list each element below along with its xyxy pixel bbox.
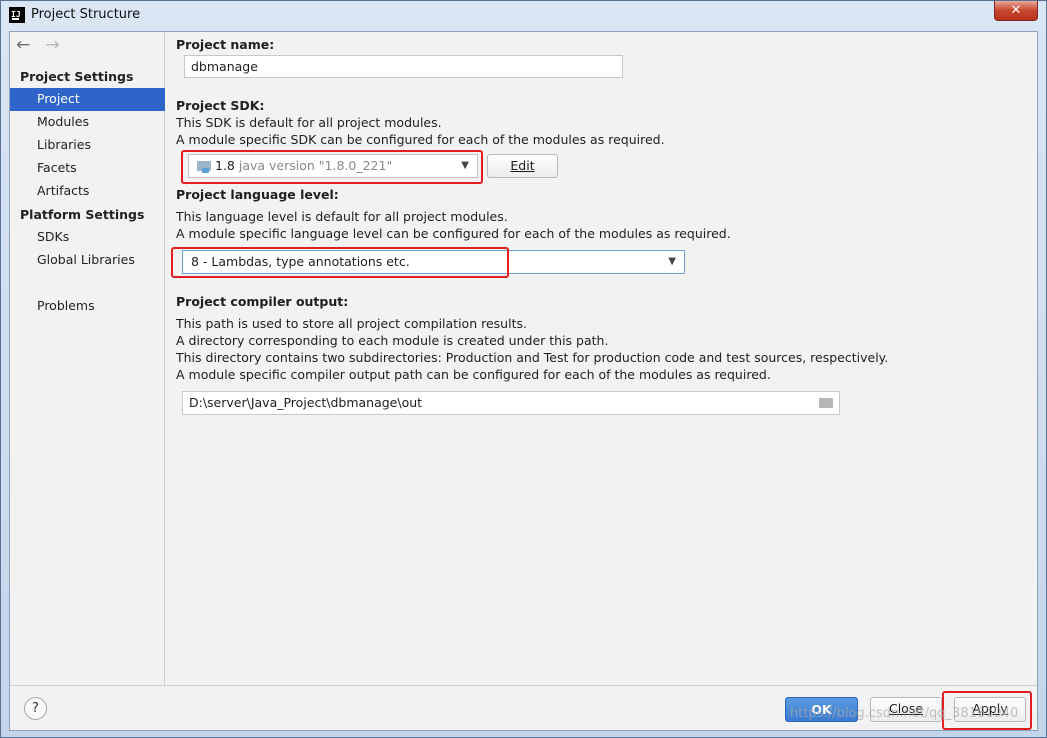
- dialog-client-area: ← → Project Settings Project Modules Lib…: [9, 31, 1038, 731]
- sdk-version: java version "1.8.0_221": [238, 158, 393, 173]
- compiler-output-desc-4: A module specific compiler output path c…: [176, 367, 771, 382]
- apply-button[interactable]: Apply: [954, 697, 1026, 722]
- project-sdk-desc-2: A module specific SDK can be configured …: [176, 132, 665, 147]
- project-settings-panel: Project name: dbmanage Project SDK: This…: [166, 32, 1037, 685]
- compiler-output-desc-2: A directory corresponding to each module…: [176, 333, 609, 348]
- platform-settings-header: Platform Settings: [20, 207, 145, 222]
- window-title: Project Structure: [31, 7, 141, 22]
- sidebar-item-problems[interactable]: Problems: [10, 295, 165, 318]
- forward-arrow-icon: →: [45, 35, 60, 55]
- language-level-desc-1: This language level is default for all p…: [176, 209, 508, 224]
- ok-button[interactable]: OK: [785, 697, 858, 722]
- close-button-label: Close: [888, 701, 924, 716]
- apply-button-label: Apply: [972, 701, 1008, 716]
- compiler-output-label: Project compiler output:: [176, 294, 349, 309]
- project-sdk-desc-1: This SDK is default for all project modu…: [176, 115, 442, 130]
- chevron-down-icon: ▼: [461, 160, 469, 171]
- project-sdk-dropdown[interactable]: 1.8 java version "1.8.0_221" ▼: [188, 154, 478, 178]
- language-level-label: Project language level:: [176, 187, 339, 202]
- sidebar-item-sdks[interactable]: SDKs: [10, 226, 165, 249]
- dialog-footer: ? OK Close Apply https://blog.csdn.net/q…: [10, 685, 1037, 730]
- chevron-down-icon: ▼: [668, 256, 676, 267]
- sidebar-item-global-libraries[interactable]: Global Libraries: [10, 249, 165, 272]
- settings-sidebar: ← → Project Settings Project Modules Lib…: [10, 32, 165, 685]
- compiler-output-path: D:\server\Java_Project\dbmanage\out: [189, 395, 423, 410]
- project-structure-window: IJ Project Structure ✕ ← → Project Setti…: [0, 0, 1047, 738]
- edit-button-label: Edit: [510, 158, 535, 173]
- project-name-label: Project name:: [176, 37, 275, 52]
- intellij-app-icon: IJ: [9, 7, 25, 23]
- sidebar-item-modules[interactable]: Modules: [10, 111, 165, 134]
- compiler-output-desc-1: This path is used to store all project c…: [176, 316, 527, 331]
- title-bar[interactable]: IJ Project Structure ✕: [1, 1, 1046, 31]
- window-close-button[interactable]: ✕: [994, 1, 1038, 21]
- compiler-output-desc-3: This directory contains two subdirectori…: [176, 350, 889, 365]
- sidebar-item-facets[interactable]: Facets: [10, 157, 165, 180]
- sdk-edit-button[interactable]: Edit: [487, 154, 558, 178]
- browse-folder-icon[interactable]: [819, 398, 833, 408]
- nav-arrows: ← →: [16, 35, 69, 55]
- help-button[interactable]: ?: [24, 697, 47, 720]
- language-level-dropdown[interactable]: 8 - Lambdas, type annotations etc. ▼: [182, 250, 685, 274]
- sidebar-item-project[interactable]: Project: [10, 88, 165, 111]
- project-settings-header: Project Settings: [20, 69, 134, 84]
- close-button[interactable]: Close: [870, 697, 942, 722]
- project-sdk-label: Project SDK:: [176, 98, 265, 113]
- sidebar-item-libraries[interactable]: Libraries: [10, 134, 165, 157]
- language-level-value: 8 - Lambdas, type annotations etc.: [191, 254, 410, 269]
- sidebar-item-artifacts[interactable]: Artifacts: [10, 180, 165, 203]
- sdk-folder-icon: [197, 161, 211, 173]
- project-name-input[interactable]: dbmanage: [184, 55, 623, 78]
- back-arrow-icon[interactable]: ←: [16, 35, 40, 55]
- compiler-output-path-input[interactable]: D:\server\Java_Project\dbmanage\out: [182, 391, 840, 415]
- language-level-desc-2: A module specific language level can be …: [176, 226, 731, 241]
- sdk-name: 1.8: [215, 158, 235, 173]
